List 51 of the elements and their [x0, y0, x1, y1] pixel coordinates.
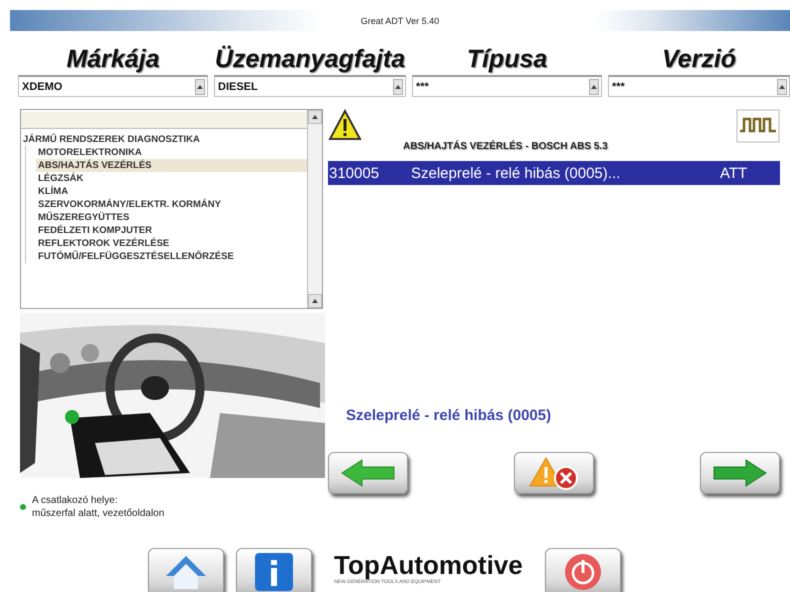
field-label: Típusa [466, 44, 548, 75]
dropdown[interactable]: *** [608, 75, 790, 97]
warning-icon [328, 109, 362, 141]
power-button[interactable] [544, 548, 621, 592]
window-title: Great ADT Ver 5.40 [360, 16, 440, 26]
warning-clear-icon [529, 456, 579, 490]
forward-button[interactable] [700, 452, 780, 494]
field-label: Verzió [662, 44, 736, 75]
back-button[interactable] [328, 452, 408, 494]
connector-location-text: A csatlakozó helye: [32, 494, 119, 507]
left-arrow-icon [340, 459, 396, 487]
dropdown[interactable]: *** [412, 75, 602, 97]
tree-item[interactable]: KLÍMA [36, 185, 307, 198]
home-button[interactable] [148, 548, 224, 592]
right-arrow-icon [712, 459, 768, 487]
spin-arrow-icon [395, 84, 401, 88]
clear-faults-button[interactable] [514, 452, 594, 494]
tree-item[interactable]: FEDÉLZETI KOMPJUTER [36, 224, 307, 237]
spin-arrow-icon [779, 84, 785, 88]
tree-item[interactable]: REFLEKTOROK VEZÉRLÉSE [36, 237, 307, 250]
scroll-up-icon [312, 115, 318, 119]
fault-row[interactable]: 310005 Szeleprelé - relé hibás (0005)... ATT [328, 161, 780, 185]
tree-header-field[interactable] [21, 112, 307, 129]
tree-item[interactable]: SZERVOKORMÁNY/ELEKTR. KORMÁNY [36, 198, 307, 211]
signal-wave-icon[interactable] [736, 109, 780, 143]
brand-logo: TopAutomotive [334, 551, 523, 579]
tree-item[interactable]: MŰSZEREGYÜTTES [36, 211, 307, 224]
module-title: ABS/HAJTÁS VEZÉRLÉS - BOSCH ABS 5.3 [403, 141, 609, 154]
tree-item[interactable]: JÁRMŰ RENDSZEREK DIAGNOSZTIKA [21, 133, 307, 146]
info-button[interactable] [236, 548, 312, 592]
field-label: Márkája [66, 44, 160, 75]
info-icon [254, 552, 294, 592]
power-icon [562, 552, 603, 592]
scrollbar[interactable] [307, 110, 322, 308]
dropdown[interactable]: XDEMO [18, 75, 208, 97]
tree-item[interactable]: ABS/HAJTÁS VEZÉRLÉS [36, 159, 307, 172]
fault-code: 310005 [329, 164, 380, 182]
spin-arrow-icon [197, 84, 203, 88]
legend-dot-icon [20, 504, 26, 510]
fault-text: Szeleprelé - relé hibás (0005)... [411, 164, 622, 182]
tree-item[interactable]: FUTÓMŰ/FELFÜGGESZTÉSELLENŐRZÉSE [36, 250, 307, 263]
connector-location-text: műszerfal alatt, vezetőoldalon [32, 507, 164, 520]
fault-description: Szeleprelé - relé hibás (0005) [346, 407, 552, 426]
fault-status: ATT [720, 164, 748, 182]
tree-item[interactable]: LÉGZSÁK [36, 172, 307, 185]
home-arch-icon [164, 554, 208, 590]
scroll-down-icon [312, 299, 318, 303]
spin-arrow-icon [591, 84, 597, 88]
tree-item[interactable]: MOTORELEKTRONIKA [36, 146, 307, 159]
dropdown[interactable]: DIESEL [214, 75, 406, 97]
field-label: Üzemanyagfajta [214, 44, 406, 75]
